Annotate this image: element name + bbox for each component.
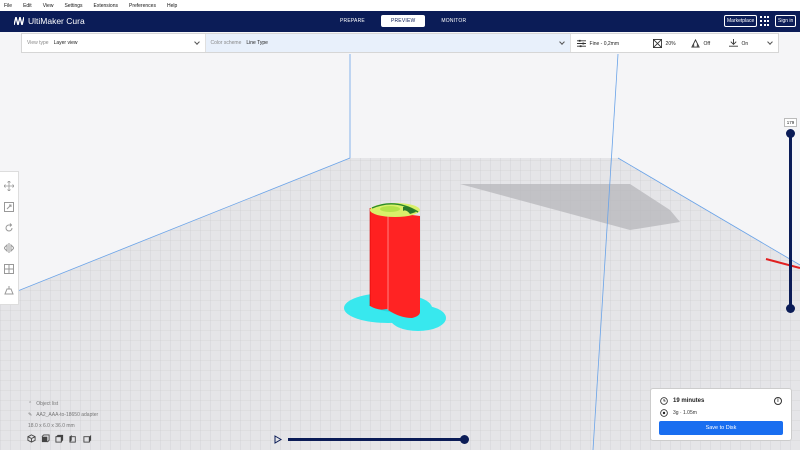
sign-in-button[interactable]: Sign in bbox=[775, 15, 797, 27]
camera-view-buttons bbox=[27, 434, 92, 443]
view-toolbar: View type Layer view Color scheme Line T… bbox=[21, 33, 779, 53]
color-scheme-value: Line Type bbox=[246, 40, 268, 46]
mirror-icon bbox=[4, 243, 14, 254]
view-3d-icon[interactable] bbox=[27, 434, 36, 443]
clock-icon bbox=[660, 397, 668, 405]
support-value: Off bbox=[703, 40, 711, 47]
pencil-icon: ✎ bbox=[28, 411, 33, 418]
move-tool[interactable] bbox=[3, 180, 15, 192]
print-time: 19 minutes bbox=[673, 398, 705, 404]
object-name-row: ✎ AA2_AAA-to-18650 adapter bbox=[28, 409, 98, 420]
mirror-tool[interactable] bbox=[3, 242, 15, 254]
chevron-up-icon: ⌃ bbox=[28, 400, 33, 407]
scale-icon bbox=[4, 201, 14, 212]
layer-number-input[interactable]: 179 bbox=[784, 118, 797, 127]
info-icon[interactable]: i bbox=[774, 397, 782, 405]
material-row: 3g · 1.05m bbox=[660, 409, 697, 417]
sliders-icon bbox=[576, 39, 586, 48]
view-front-icon[interactable] bbox=[41, 434, 50, 443]
view-right-icon[interactable] bbox=[83, 434, 92, 443]
rotate-tool[interactable] bbox=[3, 222, 15, 234]
support-blocker-tool[interactable] bbox=[3, 284, 15, 296]
infill-icon bbox=[652, 39, 662, 48]
object-dimensions: 18.0 x 6.0 x 36.0 mm bbox=[28, 422, 75, 429]
print-settings-button[interactable]: Fine - 0,2mm 20% Off On bbox=[571, 34, 778, 52]
print-time-row: 19 minutes bbox=[660, 397, 704, 405]
view-type-label: View type bbox=[27, 40, 49, 46]
rotate-icon bbox=[5, 222, 13, 232]
chevron-down-icon bbox=[558, 39, 565, 45]
support-blocker-icon bbox=[4, 285, 14, 295]
simulation-slider-handle[interactable] bbox=[460, 435, 469, 444]
support-icon bbox=[690, 39, 700, 48]
layer-slider-track[interactable] bbox=[789, 133, 792, 309]
menu-preferences[interactable]: Preferences bbox=[129, 3, 156, 9]
color-scheme-label: Color scheme bbox=[210, 40, 242, 46]
app-logo: UltiMaker Cura bbox=[14, 16, 85, 26]
object-list-toggle[interactable]: ⌃ Object list bbox=[28, 398, 98, 409]
marketplace-button[interactable]: Marketplace bbox=[724, 15, 758, 27]
view-left-icon[interactable] bbox=[69, 434, 78, 443]
menu-extensions[interactable]: Extensions bbox=[94, 3, 118, 9]
stage-tabs: PREPARE PREVIEW MONITOR bbox=[330, 15, 476, 27]
object-info: ⌃ Object list ✎ AA2_AAA-to-18650 adapter… bbox=[28, 398, 98, 431]
save-to-disk-button[interactable]: Save to Disk bbox=[659, 421, 783, 435]
adhesion-value: On bbox=[741, 40, 749, 47]
menu-help[interactable]: Help bbox=[167, 3, 177, 9]
tab-prepare[interactable]: PREPARE bbox=[330, 15, 375, 27]
scale-tool[interactable] bbox=[3, 201, 15, 213]
menu-file[interactable]: File bbox=[4, 3, 12, 9]
tool-panel bbox=[0, 171, 19, 305]
move-icon bbox=[4, 181, 14, 192]
object-dimensions-row: 18.0 x 6.0 x 36.0 mm bbox=[28, 420, 98, 431]
object-filename: AA2_AAA-to-18650 adapter bbox=[36, 411, 99, 418]
adhesion-icon bbox=[728, 39, 738, 47]
infill-value: 20% bbox=[665, 40, 676, 47]
menubar: File Edit View Settings Extensions Prefe… bbox=[0, 0, 800, 11]
play-icon[interactable] bbox=[274, 435, 282, 444]
tab-preview[interactable]: PREVIEW bbox=[380, 15, 426, 27]
per-model-settings-icon bbox=[4, 263, 14, 274]
chevron-down-icon bbox=[193, 39, 200, 45]
view-type-value: Layer view bbox=[53, 40, 78, 46]
menu-edit[interactable]: Edit bbox=[23, 3, 32, 9]
object-list-label: Object list bbox=[36, 400, 59, 407]
print-info-panel: 19 minutes i 3g · 1.05m Save to Disk bbox=[650, 388, 792, 441]
color-scheme-dropdown[interactable]: Color scheme Line Type bbox=[205, 34, 571, 52]
material-usage: 3g · 1.05m bbox=[673, 410, 697, 416]
header-bar: UltiMaker Cura PREPARE PREVIEW MONITOR M… bbox=[0, 11, 800, 32]
simulation-slider-track[interactable] bbox=[288, 438, 464, 441]
tab-monitor[interactable]: MONITOR bbox=[431, 15, 476, 27]
view-type-dropdown[interactable]: View type Layer view bbox=[22, 34, 206, 52]
chevron-down-icon bbox=[767, 39, 773, 45]
per-model-settings-tool[interactable] bbox=[3, 263, 15, 275]
layer-slider-upper-handle[interactable] bbox=[786, 129, 795, 138]
ultimaker-logo-icon bbox=[14, 17, 24, 25]
menu-view[interactable]: View bbox=[43, 3, 54, 9]
apps-grid-icon[interactable] bbox=[760, 16, 770, 26]
spool-icon bbox=[660, 409, 668, 417]
sliced-model bbox=[369, 203, 420, 318]
profile-value: Fine - 0,2mm bbox=[589, 40, 619, 47]
layer-slider-lower-handle[interactable] bbox=[786, 304, 795, 313]
view-top-icon[interactable] bbox=[55, 434, 64, 443]
menu-settings[interactable]: Settings bbox=[64, 3, 82, 9]
app-title: UltiMaker Cura bbox=[28, 16, 85, 26]
